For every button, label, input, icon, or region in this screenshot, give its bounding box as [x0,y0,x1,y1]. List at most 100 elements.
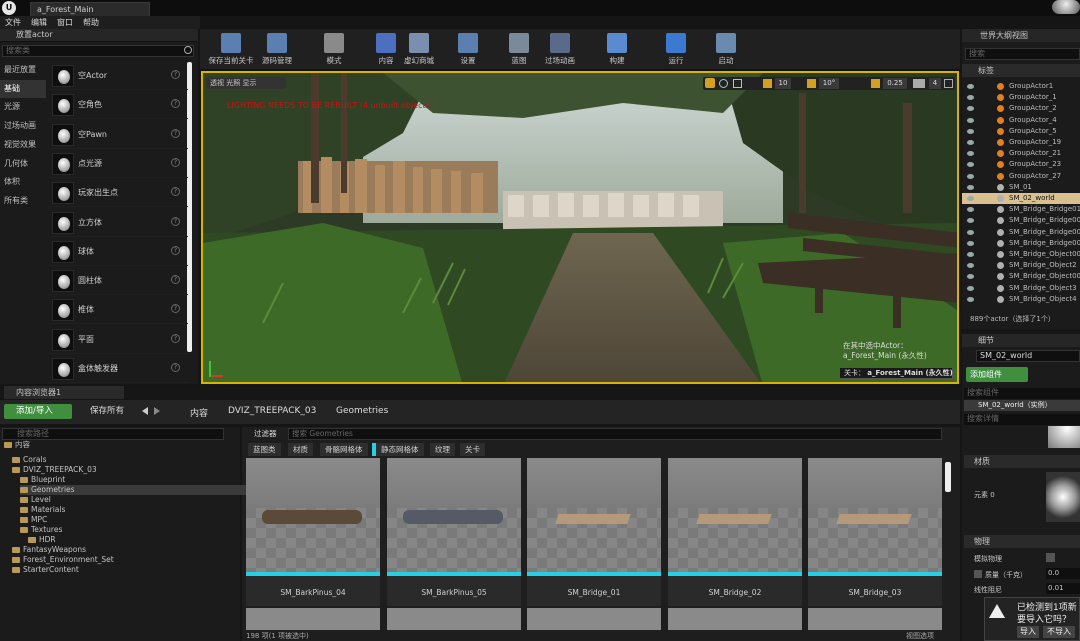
asset-search-input[interactable]: 搜索 Geometries [288,428,942,440]
eye-icon[interactable] [967,84,974,89]
tree-folder-item[interactable]: Level [20,495,51,505]
breadcrumb-content[interactable]: 内容 [190,406,208,419]
outliner-row[interactable]: SM_Bridge_Object3 [962,283,1080,294]
filter-chip[interactable]: 蓝图类 [248,443,281,456]
outliner-row[interactable]: GroupActor_21 [962,148,1080,159]
camera-speed-icon[interactable] [913,79,925,88]
translate-icon[interactable] [705,78,715,88]
actor-entry[interactable]: 立方体? [48,209,188,237]
outliner-row[interactable]: SM_Bridge_Bridge003 [962,227,1080,238]
asset-tile-row2[interactable] [808,608,942,630]
cinematics-button[interactable]: 过场动画 [538,31,582,69]
breadcrumb-treepack[interactable]: DVIZ_TREEPACK_03 [228,406,316,416]
actor-entry[interactable]: 点光源? [48,150,188,178]
category-item[interactable]: 视觉效果 [0,136,46,154]
eye-icon[interactable] [967,263,974,269]
show-label[interactable]: 显示 [242,79,256,87]
tree-folder-item[interactable]: Materials [20,505,65,515]
help-icon[interactable]: ? [171,275,180,285]
eye-icon[interactable] [967,240,974,246]
outliner-row[interactable]: SM_Bridge_Bridge002 [962,238,1080,249]
actor-name-field[interactable]: SM_02_world [976,350,1080,362]
menu-edit[interactable]: 编辑 [26,16,52,29]
perspective-label[interactable]: 透视 [210,79,224,87]
asset-tile[interactable]: SM_Bridge_01 [527,458,661,606]
help-icon[interactable]: ? [171,245,180,255]
details-tab[interactable]: 细节 [962,334,1080,347]
grid-size[interactable]: 10 [775,78,791,89]
linear-damping-field[interactable]: 0.01 [1046,583,1080,594]
marketplace-button[interactable]: 虚幻商城 [397,31,441,69]
outliner-row[interactable]: SM_Bridge_Bridge002 [962,215,1080,226]
tree-folder-item[interactable]: Textures [20,525,62,535]
filter-chip[interactable]: 纹理 [430,443,455,456]
angle-size[interactable]: 10° [819,78,839,89]
add-component-button[interactable]: 添加组件 [966,367,1028,382]
outliner-row[interactable]: SM_02_world [962,193,1080,205]
outliner-row[interactable]: GroupActor_2 [962,103,1080,114]
tree-folder-item[interactable]: Blueprint [20,475,65,485]
component-search-input[interactable]: 搜索组件 [964,388,1080,399]
eye-icon[interactable] [967,162,974,168]
help-icon[interactable]: ? [171,128,180,138]
class-search-input[interactable]: 搜索类 [2,45,194,57]
physics-section[interactable]: 物理 [964,535,1080,548]
help-icon[interactable]: ? [171,187,180,197]
help-icon[interactable]: ? [171,70,180,79]
place-actors-tab[interactable]: 放置actor [0,29,198,42]
mass-checkbox[interactable] [974,570,982,578]
menu-window[interactable]: 窗口 [52,16,78,29]
outliner-row[interactable]: SM_01 [962,182,1080,193]
lit-label[interactable]: 光照 [226,79,240,87]
actor-entry[interactable]: 椎体? [48,296,188,325]
help-icon[interactable]: ? [171,304,180,314]
grid-snap-icon[interactable] [763,79,772,88]
import-button[interactable]: 导入 [1017,626,1039,638]
eye-icon[interactable] [967,274,974,280]
outliner-row[interactable]: SM_Bridge_Object4 [962,294,1080,305]
filter-chip[interactable]: 材质 [288,443,313,456]
save-level-button[interactable]: 保存当前关卡 [206,31,256,69]
back-arrow-icon[interactable] [142,407,148,415]
camera-speed[interactable]: 4 [929,78,941,89]
content-browser-tab[interactable]: 内容浏览器1 [4,386,124,399]
asset-tile[interactable]: SM_BarkPinus_05 [387,458,521,606]
tree-folder-item[interactable]: 内容 [4,440,30,450]
eye-icon[interactable] [967,218,974,224]
view-options-button[interactable]: 视图选项 [906,631,934,641]
actor-entry[interactable]: 空Actor? [48,62,188,90]
eye-icon[interactable] [967,296,974,302]
category-item[interactable]: 过场动画 [0,117,46,135]
filter-button[interactable]: 过滤器 [246,428,286,440]
outliner-row[interactable]: GroupActor_23 [962,159,1080,170]
eye-icon[interactable] [967,95,974,101]
outliner-row[interactable]: SM_Bridge_Bridge01 [962,204,1080,215]
level-viewport[interactable]: 透视 光照 显示 LIGHTING NEEDS TO BE REBUILT (4… [201,71,959,384]
tree-folder-item[interactable]: Forest_Environment_Set [12,555,114,565]
menu-help[interactable]: 帮助 [78,16,104,29]
tree-folder-item[interactable]: StarterContent [12,565,79,575]
help-icon[interactable]: ? [171,157,180,167]
modes-button[interactable]: 模式 [312,31,356,69]
eye-icon[interactable] [967,184,974,190]
actor-entry[interactable]: 平面? [48,326,188,354]
asset-tile-row2[interactable] [387,608,521,630]
category-item[interactable]: 基础 [0,79,46,98]
add-import-button[interactable]: 添加/导入 [4,404,72,419]
tree-folder-item[interactable]: DVIZ_TREEPACK_03 [12,465,97,475]
mass-field[interactable]: 0.0 [1046,568,1080,579]
menu-file[interactable]: 文件 [0,16,26,29]
play-button[interactable]: 运行 [654,31,698,69]
outliner-search-input[interactable]: 搜索 [965,48,1080,60]
outliner-row[interactable]: GroupActor1 [962,81,1080,92]
asset-tile-row2[interactable] [668,608,802,630]
tree-folder-item[interactable]: FantasyWeapons [12,545,86,555]
eye-icon[interactable] [967,117,974,123]
actor-entry[interactable]: 空Pawn? [48,121,188,149]
viewport-options-bar[interactable]: 透视 光照 显示 [206,77,286,89]
eye-icon[interactable] [967,151,974,157]
search-icon[interactable] [184,46,192,54]
filter-chip[interactable]: 骨骼网格体 [320,443,368,456]
eye-icon[interactable] [967,252,974,257]
category-item[interactable]: 光源 [0,98,46,116]
